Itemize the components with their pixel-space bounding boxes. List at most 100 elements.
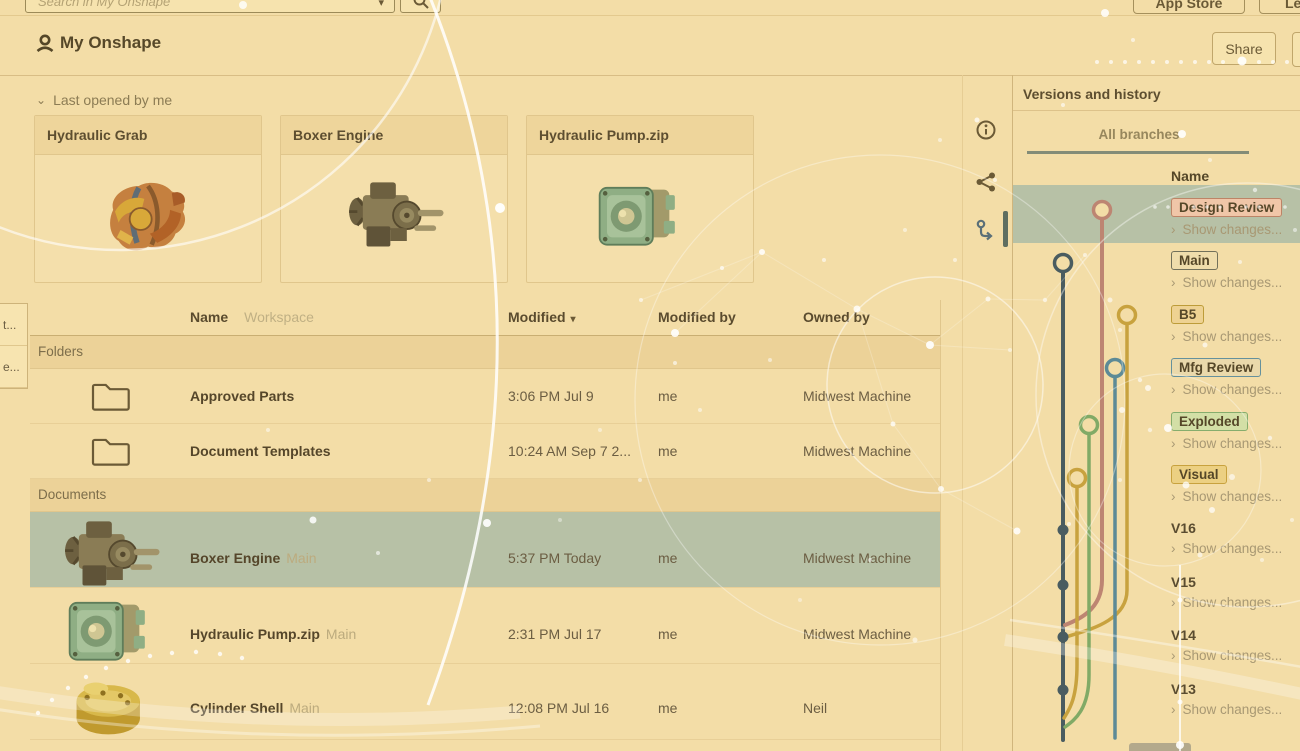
partial-next-badge bbox=[1129, 743, 1191, 751]
recent-card[interactable]: Boxer Engine bbox=[280, 115, 508, 283]
column-header-modified[interactable]: Modified bbox=[508, 309, 566, 325]
version-label[interactable]: V16 bbox=[1171, 518, 1300, 536]
chevron-down-icon[interactable]: ▾ bbox=[378, 0, 384, 9]
table-header-row: Name Workspace Modified ▾ Modified by Own… bbox=[30, 299, 940, 336]
search-input[interactable]: Search in My Onshape ▾ bbox=[25, 0, 395, 13]
version-node-v16[interactable] bbox=[1058, 525, 1069, 536]
info-icon[interactable] bbox=[975, 119, 997, 141]
show-changes-link[interactable]: Show changes... bbox=[1171, 648, 1300, 663]
show-changes-link[interactable]: Show changes... bbox=[1171, 489, 1300, 504]
modified-cell: 3:06 PM Jul 9 bbox=[508, 388, 658, 404]
modified-cell: 12:08 PM Jul 16 bbox=[508, 700, 658, 716]
version-entry: V14 Show changes... bbox=[1171, 625, 1300, 663]
version-entry: Exploded Show changes... bbox=[1171, 412, 1300, 451]
folder-name: Approved Parts bbox=[190, 388, 294, 404]
version-label[interactable]: Mfg Review bbox=[1171, 358, 1261, 377]
list-right-divider bbox=[940, 300, 941, 751]
show-changes-text: Show changes... bbox=[1183, 648, 1283, 663]
recent-card[interactable]: Hydraulic Grab bbox=[34, 115, 262, 283]
show-changes-link[interactable]: Show changes... bbox=[1171, 436, 1300, 451]
version-label[interactable]: V15 bbox=[1171, 572, 1300, 590]
version-node-b5[interactable] bbox=[1119, 307, 1136, 324]
recent-section-toggle[interactable]: ⌄ Last opened by me bbox=[36, 85, 940, 115]
share-button[interactable]: Share bbox=[1212, 32, 1276, 65]
column-header-workspace[interactable]: Workspace bbox=[244, 309, 314, 325]
left-nav-item-truncated[interactable]: t... bbox=[0, 304, 27, 346]
document-row[interactable]: Boxer EngineMain5:37 PM TodaymeMidwest M… bbox=[30, 512, 940, 588]
search-placeholder: Search in My Onshape bbox=[38, 0, 372, 9]
left-nav-item-truncated[interactable]: e... bbox=[0, 346, 27, 388]
show-changes-text: Show changes... bbox=[1183, 382, 1283, 397]
version-node-exploded[interactable] bbox=[1081, 417, 1098, 434]
show-changes-text: Show changes... bbox=[1183, 702, 1283, 717]
document-name: Hydraulic Pump.zip bbox=[190, 626, 320, 642]
show-changes-text: Show changes... bbox=[1183, 222, 1283, 237]
versions-history-icon[interactable] bbox=[975, 219, 997, 243]
document-row[interactable]: Cylinder ShellMain12:08 PM Jul 16meNeil bbox=[30, 664, 940, 740]
version-node-v14[interactable] bbox=[1058, 632, 1069, 643]
folder-name-cell: Approved Parts bbox=[190, 388, 508, 404]
version-label[interactable]: V13 bbox=[1171, 679, 1300, 697]
version-label[interactable]: Exploded bbox=[1171, 412, 1248, 431]
partial-button[interactable] bbox=[1292, 32, 1300, 67]
modified-cell: 10:24 AM Sep 7 2... bbox=[508, 443, 658, 459]
column-header-owned-by[interactable]: Owned by bbox=[803, 309, 940, 325]
folder-name: Document Templates bbox=[190, 443, 331, 459]
modified-cell: 5:37 PM Today bbox=[508, 550, 658, 566]
show-changes-link[interactable]: Show changes... bbox=[1171, 382, 1300, 397]
version-node-visual[interactable] bbox=[1069, 470, 1086, 487]
version-node-v15[interactable] bbox=[1058, 580, 1069, 591]
version-label[interactable]: Design Review bbox=[1171, 198, 1282, 217]
show-changes-text: Show changes... bbox=[1183, 436, 1283, 451]
workspace-tag: Main bbox=[326, 626, 356, 642]
modified-by-cell: me bbox=[658, 550, 803, 566]
version-node-mfg-review[interactable] bbox=[1107, 360, 1124, 377]
document-name-cell: Boxer Engine Main bbox=[190, 550, 508, 566]
version-node-v13[interactable] bbox=[1058, 685, 1069, 696]
folder-row[interactable]: Document Templates10:24 AM Sep 7 2...meM… bbox=[30, 424, 940, 479]
side-toolbar bbox=[962, 75, 1013, 751]
version-entry: Visual Show changes... bbox=[1171, 465, 1300, 504]
column-header-name[interactable]: Name bbox=[190, 309, 228, 325]
version-node-main[interactable] bbox=[1055, 255, 1072, 272]
version-node-design-review[interactable] bbox=[1094, 202, 1111, 219]
version-label[interactable]: Main bbox=[1171, 251, 1218, 270]
grab-thumbnail bbox=[35, 155, 261, 283]
owned-by-cell: Midwest Machine bbox=[803, 388, 940, 404]
show-changes-text: Show changes... bbox=[1183, 275, 1283, 290]
show-changes-link[interactable]: Show changes... bbox=[1171, 541, 1300, 556]
show-changes-link[interactable]: Show changes... bbox=[1171, 702, 1300, 717]
modified-by-cell: me bbox=[658, 626, 803, 642]
version-entry: Design Review Show changes... bbox=[1171, 198, 1300, 237]
recent-card[interactable]: Hydraulic Pump.zip bbox=[526, 115, 754, 283]
share-icon[interactable] bbox=[975, 171, 997, 193]
folder-row[interactable]: Approved Parts3:06 PM Jul 9meMidwest Mac… bbox=[30, 369, 940, 424]
folders-section-bar: Folders bbox=[30, 336, 940, 369]
version-label[interactable]: V14 bbox=[1171, 625, 1300, 643]
search-button[interactable] bbox=[400, 0, 441, 13]
modified-cell: 2:31 PM Jul 17 bbox=[508, 626, 658, 642]
workspace-tag: Main bbox=[286, 550, 316, 566]
onshape-app-window: Search in My Onshape ▾ App Store Learn M… bbox=[0, 0, 1300, 751]
column-header-modified-by[interactable]: Modified by bbox=[658, 309, 803, 325]
show-changes-link[interactable]: Show changes... bbox=[1171, 595, 1300, 610]
app-store-button[interactable]: App Store bbox=[1133, 0, 1245, 14]
cylinder-thumbnail bbox=[30, 664, 190, 751]
document-row[interactable]: Hydraulic Pump.zipMain2:31 PM Jul 17meMi… bbox=[30, 588, 940, 664]
show-changes-link[interactable]: Show changes... bbox=[1171, 329, 1300, 344]
document-name-cell: Cylinder ShellMain bbox=[190, 700, 508, 716]
document-name: Boxer Engine bbox=[190, 550, 280, 566]
show-changes-link[interactable]: Show changes... bbox=[1171, 275, 1300, 290]
learn-button[interactable]: Learn bbox=[1259, 0, 1300, 14]
boxer-thumbnail bbox=[281, 155, 507, 283]
version-label[interactable]: B5 bbox=[1171, 305, 1204, 324]
versions-panel: Versions and history All branches Name bbox=[1012, 75, 1300, 751]
version-entry: V16 Show changes... bbox=[1171, 518, 1300, 556]
workspace-tag: Main bbox=[289, 700, 319, 716]
version-label[interactable]: Visual bbox=[1171, 465, 1227, 484]
recent-card-title: Boxer Engine bbox=[281, 116, 507, 155]
show-changes-link[interactable]: Show changes... bbox=[1171, 222, 1300, 237]
page-title: My Onshape bbox=[60, 33, 161, 53]
show-changes-text: Show changes... bbox=[1183, 541, 1283, 556]
sort-desc-icon: ▾ bbox=[571, 314, 576, 325]
